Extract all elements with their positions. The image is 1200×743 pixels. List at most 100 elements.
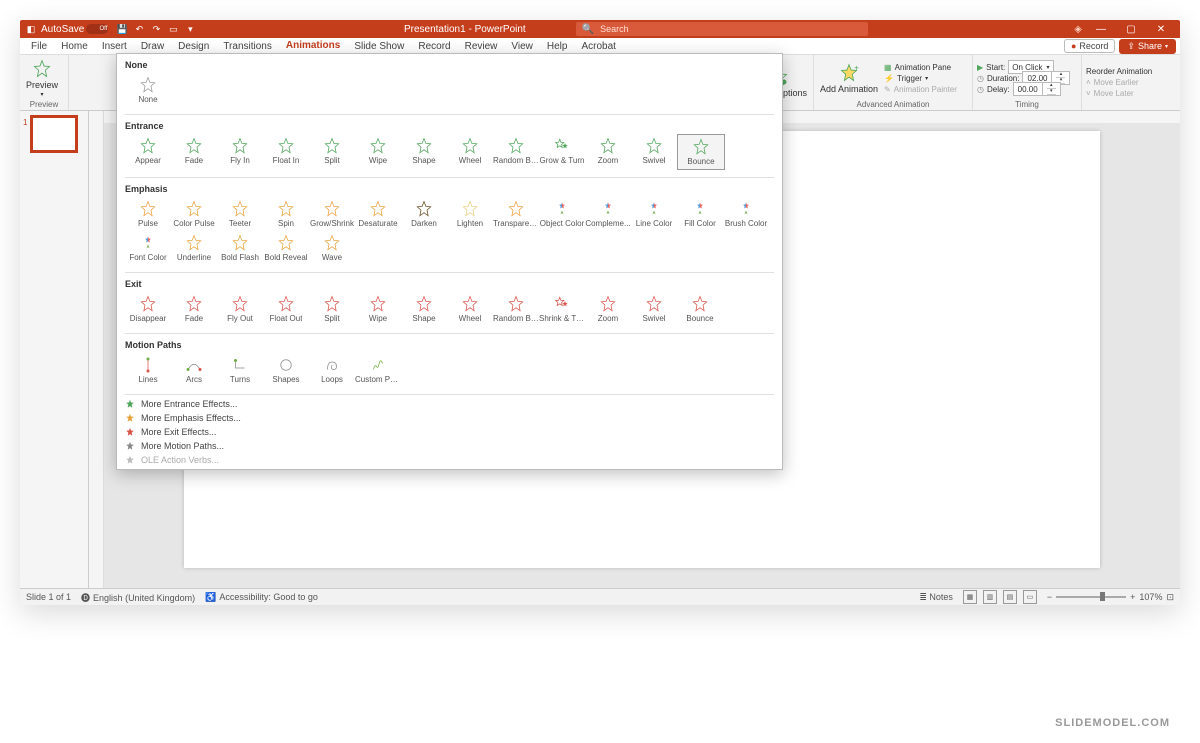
trigger-button[interactable]: ⚡Trigger▾ xyxy=(884,73,957,84)
language-status[interactable]: 🅓English (United Kingdom) xyxy=(81,591,195,604)
premium-icon[interactable]: ◈ xyxy=(1074,24,1082,35)
close-button[interactable]: ✕ xyxy=(1146,20,1176,38)
menu-tab-insert[interactable]: Insert xyxy=(95,38,134,54)
menu-tab-record[interactable]: Record xyxy=(411,38,457,54)
animation-random-bars[interactable]: Random Bars xyxy=(493,134,539,170)
animation-grow-turn[interactable]: Grow & Turn xyxy=(539,134,585,170)
animation-shape[interactable]: Shape xyxy=(401,134,447,170)
menu-tab-slide-show[interactable]: Slide Show xyxy=(347,38,411,54)
record-button[interactable]: ●Record xyxy=(1064,39,1115,53)
animation-spin[interactable]: Spin xyxy=(263,197,309,231)
delay-input[interactable]: 00.00▴▾ xyxy=(1013,82,1061,96)
normal-view-icon[interactable]: ▦ xyxy=(963,590,977,604)
menu-tab-acrobat[interactable]: Acrobat xyxy=(574,38,622,54)
animation-wipe[interactable]: Wipe xyxy=(355,292,401,326)
menu-tab-transitions[interactable]: Transitions xyxy=(216,38,279,54)
zoom-value[interactable]: 107% xyxy=(1139,592,1162,602)
animation-fade[interactable]: Fade xyxy=(171,292,217,326)
reading-view-icon[interactable]: ▤ xyxy=(1003,590,1017,604)
animation-zoom[interactable]: Zoom xyxy=(585,292,631,326)
present-icon[interactable]: ▭ xyxy=(166,22,180,36)
undo-icon[interactable]: ↶ xyxy=(132,22,146,36)
animation-shrink-tu-[interactable]: Shrink & Tu... xyxy=(539,292,585,326)
animation-none[interactable]: None xyxy=(125,73,171,107)
preview-button[interactable]: Preview ▾ xyxy=(24,57,60,100)
animation-fill-color[interactable]: Fill Color xyxy=(677,197,723,231)
animation-loops[interactable]: Loops xyxy=(309,353,355,387)
menu-tab-file[interactable]: File xyxy=(24,38,54,54)
animation-wipe[interactable]: Wipe xyxy=(355,134,401,170)
slide-thumbnail-1[interactable]: 1 xyxy=(32,117,76,151)
menu-tab-view[interactable]: View xyxy=(504,38,540,54)
animation-float-out[interactable]: Float Out xyxy=(263,292,309,326)
animation-custom-path[interactable]: Custom Path xyxy=(355,353,401,387)
animation-zoom[interactable]: Zoom xyxy=(585,134,631,170)
animation-desaturate[interactable]: Desaturate xyxy=(355,197,401,231)
animation-bold-flash[interactable]: Bold Flash xyxy=(217,231,263,265)
restore-button[interactable]: ▢ xyxy=(1116,20,1146,38)
menu-tab-design[interactable]: Design xyxy=(171,38,216,54)
animation-appear[interactable]: Appear xyxy=(125,134,171,170)
menu-tab-draw[interactable]: Draw xyxy=(134,38,171,54)
more-more-exit-effects-[interactable]: More Exit Effects... xyxy=(125,425,774,439)
notes-button[interactable]: ≣ Notes xyxy=(919,592,953,603)
redo-icon[interactable]: ↷ xyxy=(149,22,163,36)
animation-teeter[interactable]: Teeter xyxy=(217,197,263,231)
animation-float-in[interactable]: Float In xyxy=(263,134,309,170)
more-more-entrance-effects-[interactable]: More Entrance Effects... xyxy=(125,397,774,411)
animation-fly-in[interactable]: Fly In xyxy=(217,134,263,170)
animation-fade[interactable]: Fade xyxy=(171,134,217,170)
animation-split[interactable]: Split xyxy=(309,134,355,170)
animation-swivel[interactable]: Swivel xyxy=(631,292,677,326)
animation-bold-reveal[interactable]: Bold Reveal xyxy=(263,231,309,265)
animation-pane-button[interactable]: ▦Animation Pane xyxy=(884,62,957,73)
animation-turns[interactable]: Turns xyxy=(217,353,263,387)
animation-line-color[interactable]: Line Color xyxy=(631,197,677,231)
animation-underline[interactable]: Underline xyxy=(171,231,217,265)
more-more-motion-paths-[interactable]: More Motion Paths... xyxy=(125,439,774,453)
accessibility-status[interactable]: ♿Accessibility: Good to go xyxy=(205,592,318,603)
zoom-out-icon[interactable]: − xyxy=(1047,592,1052,602)
animation-lighten[interactable]: Lighten xyxy=(447,197,493,231)
animation-arcs[interactable]: Arcs xyxy=(171,353,217,387)
animation-grow-shrink[interactable]: Grow/Shrink xyxy=(309,197,355,231)
share-button[interactable]: ⇪Share ▾ xyxy=(1119,39,1176,54)
animation-brush-color[interactable]: Brush Color xyxy=(723,197,769,231)
animation-wave[interactable]: Wave xyxy=(309,231,355,265)
animation-transparency[interactable]: Transparency xyxy=(493,197,539,231)
more-qa-icon[interactable]: ▾ xyxy=(183,22,197,36)
animation-bounce[interactable]: Bounce xyxy=(677,134,725,170)
zoom-in-icon[interactable]: + xyxy=(1130,592,1135,602)
animation-wheel[interactable]: Wheel xyxy=(447,134,493,170)
sorter-view-icon[interactable]: ▥ xyxy=(983,590,997,604)
animation-split[interactable]: Split xyxy=(309,292,355,326)
animation-random-bars[interactable]: Random Bars xyxy=(493,292,539,326)
search-input[interactable] xyxy=(598,23,862,35)
animation-disappear[interactable]: Disappear xyxy=(125,292,171,326)
slide-number-status[interactable]: Slide 1 of 1 xyxy=(26,592,71,602)
animation-shape[interactable]: Shape xyxy=(401,292,447,326)
autosave-toggle[interactable]: AutoSave Off xyxy=(41,24,108,35)
search-box[interactable]: 🔍 xyxy=(576,22,868,36)
menu-tab-home[interactable]: Home xyxy=(54,38,95,54)
animation-color-pulse[interactable]: Color Pulse xyxy=(171,197,217,231)
menu-tab-help[interactable]: Help xyxy=(540,38,575,54)
animation-lines[interactable]: Lines xyxy=(125,353,171,387)
animation-bounce[interactable]: Bounce xyxy=(677,292,723,326)
zoom-control[interactable]: − + 107% ⊡ xyxy=(1047,592,1174,603)
animation-font-color[interactable]: Font Color xyxy=(125,231,171,265)
add-animation-button[interactable]: + Add Animation xyxy=(818,61,880,96)
slideshow-view-icon[interactable]: ▭ xyxy=(1023,590,1037,604)
animation-shapes[interactable]: Shapes xyxy=(263,353,309,387)
animation-swivel[interactable]: Swivel xyxy=(631,134,677,170)
fit-icon[interactable]: ⊡ xyxy=(1166,592,1174,603)
animation-compleme-[interactable]: Compleme... xyxy=(585,197,631,231)
zoom-slider[interactable] xyxy=(1056,596,1126,598)
animation-fly-out[interactable]: Fly Out xyxy=(217,292,263,326)
animation-pulse[interactable]: Pulse xyxy=(125,197,171,231)
minimize-button[interactable]: — xyxy=(1086,20,1116,38)
animation-darken[interactable]: Darken xyxy=(401,197,447,231)
more-more-emphasis-effects-[interactable]: More Emphasis Effects... xyxy=(125,411,774,425)
animation-object-color[interactable]: Object Color xyxy=(539,197,585,231)
menu-tab-review[interactable]: Review xyxy=(458,38,505,54)
